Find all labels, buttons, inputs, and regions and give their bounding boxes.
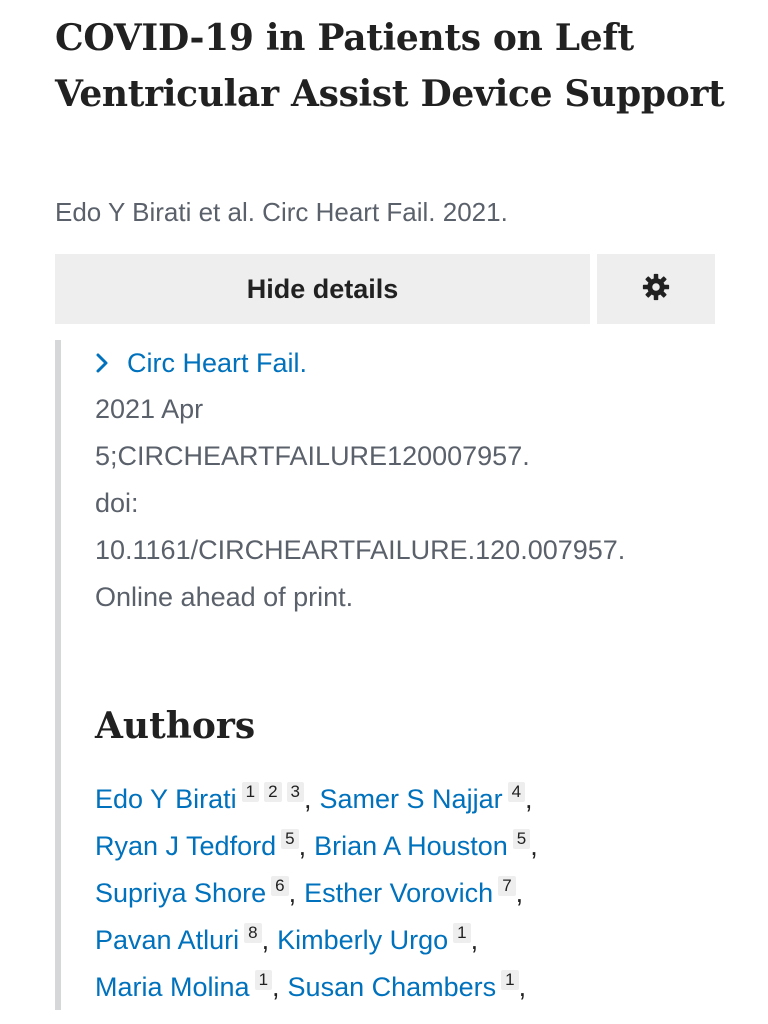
authors-list: Edo Y Birati 1 2 3, Samer S Najjar 4, Ryan J T… bbox=[95, 776, 705, 1011]
author-link[interactable]: Brian A Houston bbox=[314, 831, 508, 861]
publication-status: Online ahead of print. bbox=[95, 582, 354, 612]
affiliation-badge[interactable]: 7 bbox=[498, 876, 516, 896]
affiliation-badge[interactable]: 1 bbox=[453, 923, 471, 943]
author-separator: , bbox=[530, 831, 538, 861]
author-separator: , bbox=[470, 925, 479, 955]
author-separator: , bbox=[288, 878, 297, 908]
author-row: Supriya Shore 6, Esther Vorovich 7, bbox=[95, 870, 705, 917]
gear-icon bbox=[641, 272, 671, 307]
affiliation-badge[interactable]: 5 bbox=[281, 829, 299, 849]
author-separator: , bbox=[515, 878, 524, 908]
citation-line: Edo Y Birati et al. Circ Heart Fail. 202… bbox=[55, 197, 508, 227]
affiliation-badge[interactable]: 1 bbox=[241, 782, 260, 802]
doi-label: doi: bbox=[95, 488, 139, 518]
chevron-right-icon bbox=[95, 352, 117, 374]
author-link[interactable]: Susan Chambers bbox=[288, 972, 497, 1002]
affiliation-badge[interactable]: 1 bbox=[254, 970, 273, 990]
author-separator: , bbox=[304, 784, 312, 814]
author-link[interactable]: Pavan Atluri bbox=[95, 925, 239, 955]
author-link[interactable]: Kimberly Urgo bbox=[277, 925, 448, 955]
affiliation-badge[interactable]: 8 bbox=[244, 923, 262, 943]
affiliation-badge[interactable]: 1 bbox=[501, 970, 519, 990]
author-row: Maria Molina 1, Susan Chambers 1, bbox=[95, 964, 705, 1011]
doi-value: 10.1161/CIRCHEARTFAILURE.120.007957. bbox=[95, 535, 626, 565]
author-row: Pavan Atluri 8, Kimberly Urgo 1, bbox=[95, 917, 705, 964]
article-title: COVID-19 in Patients on Left Ventricular… bbox=[55, 17, 725, 115]
author-separator: , bbox=[261, 925, 270, 955]
journal-name: Circ Heart Fail. bbox=[127, 348, 308, 378]
author-link[interactable]: Ryan J Tedford bbox=[95, 831, 276, 861]
author-separator: , bbox=[525, 784, 533, 814]
author-link[interactable]: Supriya Shore bbox=[95, 878, 266, 908]
affiliation-badge[interactable]: 5 bbox=[512, 829, 531, 849]
author-link[interactable]: Maria Molina bbox=[95, 972, 250, 1002]
authors-heading: Authors bbox=[95, 705, 256, 747]
details-toolbar: Hide details bbox=[55, 254, 715, 324]
author-separator: , bbox=[298, 831, 307, 861]
author-link[interactable]: Edo Y Birati bbox=[95, 784, 237, 814]
citation-details: Circ Heart Fail. 2021 Apr 5;CIRCHEARTFAI… bbox=[95, 340, 725, 621]
article-identifier: 5;CIRCHEARTFAILURE120007957. bbox=[95, 441, 530, 471]
hide-details-button[interactable]: Hide details bbox=[55, 254, 590, 324]
affiliation-badge[interactable]: 6 bbox=[271, 876, 289, 896]
details-panel: Circ Heart Fail. 2021 Apr 5;CIRCHEARTFAI… bbox=[55, 340, 731, 1010]
publication-date: 2021 Apr bbox=[95, 394, 204, 424]
author-separator: , bbox=[272, 972, 280, 1002]
author-separator: , bbox=[518, 972, 527, 1002]
author-row: Edo Y Birati 1 2 3, Samer S Najjar 4, bbox=[95, 776, 705, 823]
affiliation-badge[interactable]: 4 bbox=[507, 782, 526, 802]
author-link[interactable]: Esther Vorovich bbox=[304, 878, 493, 908]
affiliation-badge[interactable]: 3 bbox=[286, 782, 304, 802]
journal-link[interactable]: Circ Heart Fail. bbox=[95, 340, 725, 386]
settings-button[interactable] bbox=[597, 254, 715, 324]
author-row: Ryan J Tedford 5, Brian A Houston 5, bbox=[95, 823, 705, 870]
author-link[interactable]: Samer S Najjar bbox=[320, 784, 503, 814]
affiliation-badge[interactable]: 2 bbox=[264, 782, 282, 802]
